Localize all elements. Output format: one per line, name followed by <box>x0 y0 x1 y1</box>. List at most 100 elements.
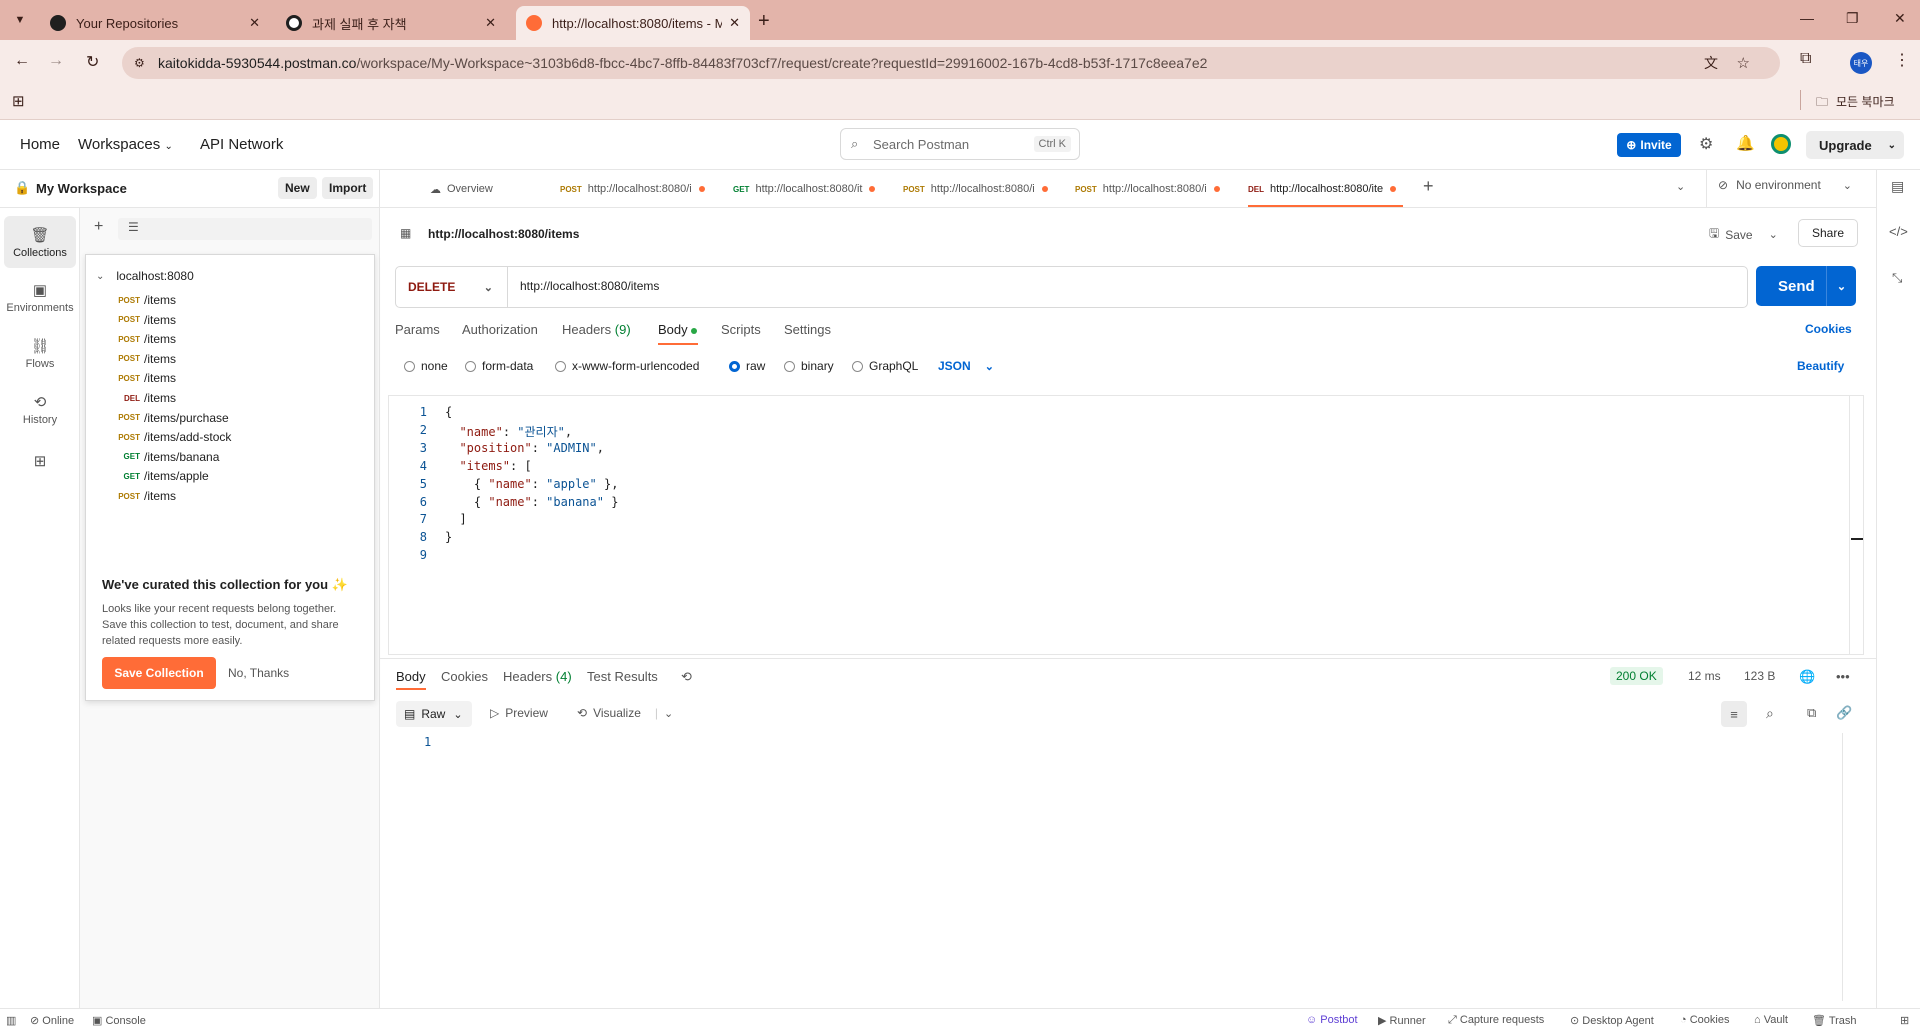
url-input[interactable]: http://localhost:8080/items <box>520 279 659 293</box>
sidebar-item-collections[interactable]: 🗑 Collections <box>4 216 76 268</box>
invite-button[interactable]: ⊕ Invite <box>1617 133 1681 157</box>
sidebar-item-history[interactable]: ⟲ History <box>4 384 76 434</box>
new-request-tab-plus-icon[interactable]: + <box>1423 176 1434 197</box>
response-tab-test-results[interactable]: Test Results <box>587 669 658 684</box>
response-history-icon[interactable]: ⟲ <box>681 669 692 685</box>
chevron-down-icon[interactable]: ⌄ <box>664 708 673 720</box>
sidebar-item-environments[interactable]: ▣ Environments <box>4 272 76 322</box>
layout-grid-icon[interactable]: ⊞ <box>1900 1014 1909 1027</box>
editor-scrollbar[interactable] <box>1849 396 1863 654</box>
request-tab[interactable]: GET http://localhost:8080/it <box>733 178 893 200</box>
reload-icon[interactable]: ↻ <box>86 52 99 72</box>
share-button[interactable]: Share <box>1798 219 1858 247</box>
postbot-button[interactable]: ☺ Postbot <box>1306 1014 1358 1026</box>
send-button[interactable]: Send ⌄ <box>1756 266 1856 306</box>
response-tab-headers[interactable]: Headers (4) <box>503 669 572 684</box>
method-selector[interactable]: DELETE ⌄ <box>396 267 508 307</box>
tab-headers[interactable]: Headers (9) <box>562 322 631 337</box>
tab-params[interactable]: Params <box>395 322 440 337</box>
new-tab-plus-icon[interactable]: + <box>758 10 770 33</box>
response-size[interactable]: 123 B <box>1744 669 1775 683</box>
code-snippet-icon[interactable]: </> <box>1889 224 1908 239</box>
chrome-menu-icon[interactable]: ⋮ <box>1894 50 1910 70</box>
tab-body[interactable]: Body <box>658 322 698 337</box>
chevron-down-icon[interactable]: ⌄ <box>1888 140 1896 151</box>
forward-arrow-icon[interactable]: → <box>48 52 64 70</box>
settings-gear-icon[interactable]: ⚙ <box>1699 134 1713 154</box>
body-type-graphql[interactable]: GraphQL <box>852 359 918 373</box>
close-icon[interactable]: ✕ <box>729 15 740 31</box>
format-selector[interactable]: JSON ⌄ <box>938 359 994 373</box>
all-bookmarks-label[interactable]: 모든 북마크 <box>1836 93 1895 110</box>
response-tab-body[interactable]: Body <box>396 669 426 684</box>
sidebar-item-flows[interactable]: ⛓ Flows <box>4 328 76 378</box>
body-type-urlencoded[interactable]: x-www-form-urlencoded <box>555 359 699 373</box>
body-type-form-data[interactable]: form-data <box>465 359 533 373</box>
request-tab[interactable]: POST http://localhost:8080/i <box>903 178 1063 200</box>
view-mode-preview[interactable]: ▷ Preview <box>490 706 548 720</box>
documentation-icon[interactable]: ▤ <box>1891 178 1904 195</box>
workspace-name[interactable]: My Workspace <box>36 181 127 196</box>
chevron-down-icon[interactable]: ⌄ <box>96 271 104 282</box>
close-window-icon[interactable]: ✕ <box>1894 10 1906 27</box>
home-link[interactable]: Home <box>20 136 60 153</box>
tab-overview[interactable]: ☁ Overview <box>430 178 550 200</box>
extensions-icon[interactable]: ⧉ <box>1800 50 1811 68</box>
request-body-editor[interactable]: 1 {2 "name": "관리자", 3 "position": "ADMIN",… <box>388 395 1864 655</box>
wrap-lines-icon[interactable]: ≡ <box>1721 701 1747 727</box>
import-button[interactable]: Import <box>322 177 374 199</box>
vault-button[interactable]: ⌂ Vault <box>1754 1014 1788 1026</box>
back-arrow-icon[interactable]: ← <box>14 52 30 70</box>
collection-folder[interactable]: ⌄ localhost:8080 <box>96 264 194 288</box>
site-info-icon[interactable]: ⚙ <box>134 56 145 70</box>
response-tab-cookies[interactable]: Cookies <box>441 669 488 684</box>
response-time[interactable]: 12 ms <box>1688 669 1721 683</box>
tab-settings[interactable]: Settings <box>784 322 831 337</box>
view-mode-raw[interactable]: ▤ Raw ⌄ <box>396 701 472 727</box>
chevron-down-icon[interactable]: ⌄ <box>1769 228 1778 241</box>
browser-tab-notion[interactable]: 과제 실패 후 자책 ✕ <box>276 6 506 40</box>
send-options-chevron-icon[interactable]: ⌄ <box>1826 266 1856 306</box>
network-globe-icon[interactable]: 🌐 <box>1799 669 1815 685</box>
close-icon[interactable]: ✕ <box>249 15 260 31</box>
copy-icon[interactable]: ⧉ <box>1807 705 1816 721</box>
tab-authorization[interactable]: Authorization <box>462 322 538 337</box>
toggle-sidebar-icon[interactable]: ▥ <box>6 1014 16 1027</box>
address-bar[interactable]: ⚙ kaitokidda-5930544.postman.co/workspac… <box>122 47 1780 79</box>
close-icon[interactable]: ✕ <box>485 15 496 31</box>
request-tab[interactable]: POST http://localhost:8080/i <box>560 178 720 200</box>
environment-selector[interactable]: ⊘ No environment ⌄ <box>1718 178 1852 192</box>
runner-button[interactable]: ▶ Runner <box>1378 1014 1426 1027</box>
beautify-button[interactable]: Beautify <box>1797 359 1844 373</box>
more-options-icon[interactable]: ••• <box>1836 669 1850 684</box>
tabs-overflow-chevron-icon[interactable]: ⌄ <box>1676 180 1685 193</box>
request-item[interactable]: POST/items <box>110 484 176 508</box>
cookies-button[interactable]: ◔ Cookies <box>1680 1014 1729 1026</box>
translate-icon[interactable]: 文 <box>1704 53 1718 73</box>
tab-scripts[interactable]: Scripts <box>721 322 761 337</box>
filter-input[interactable]: ☰ <box>118 218 372 240</box>
related-icon[interactable]: ⤡ <box>1892 270 1902 286</box>
link-icon[interactable]: 🔗 <box>1836 705 1852 721</box>
body-type-raw[interactable]: raw <box>729 359 765 373</box>
desktop-agent-button[interactable]: ⊙ Desktop Agent <box>1570 1014 1654 1027</box>
configure-sidebar-icon[interactable]: ⊞ <box>4 444 76 480</box>
save-collection-button[interactable]: Save Collection <box>102 657 216 689</box>
no-thanks-button[interactable]: No, Thanks <box>228 666 289 680</box>
body-type-binary[interactable]: binary <box>784 359 834 373</box>
minimize-icon[interactable]: — <box>1800 10 1814 26</box>
upgrade-button[interactable]: Upgrade ⌄ <box>1806 131 1904 159</box>
browser-tab-postman[interactable]: http://localhost:8080/items - M ✕ <box>516 6 750 40</box>
request-tab[interactable]: POST http://localhost:8080/i <box>1075 178 1235 200</box>
search-icon[interactable]: ⌕ <box>1766 705 1774 722</box>
save-button[interactable]: 🖫 Save ⌄ <box>1709 224 1778 245</box>
bookmark-star-icon[interactable]: ☆ <box>1737 54 1750 72</box>
response-scrollbar[interactable] <box>1842 733 1843 1001</box>
request-title[interactable]: http://localhost:8080/items <box>428 227 579 241</box>
capture-requests-button[interactable]: ⤢ Capture requests <box>1448 1014 1544 1027</box>
add-collection-plus-icon[interactable]: + <box>94 218 103 236</box>
api-network-link[interactable]: API Network <box>200 136 283 153</box>
new-button[interactable]: New <box>278 177 317 199</box>
notifications-bell-icon[interactable]: 🔔 <box>1736 134 1755 152</box>
online-status[interactable]: ⊘ Online <box>30 1014 74 1027</box>
